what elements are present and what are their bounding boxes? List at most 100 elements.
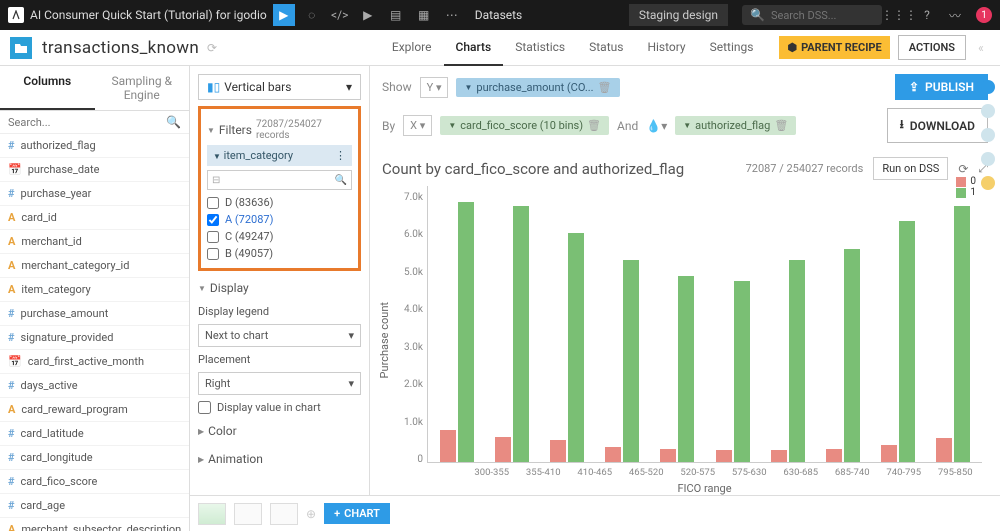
bar-group	[487, 192, 536, 462]
rail-add-icon[interactable]	[981, 80, 995, 94]
chart-bars	[427, 186, 982, 463]
dataset-titlebar: transactions_known ⟳ Explore Charts Stat…	[0, 30, 1000, 66]
animation-section[interactable]: Animation	[208, 452, 263, 466]
column-purchase_date[interactable]: 📅 purchase_date	[0, 158, 189, 182]
column-merchant_subsector_description[interactable]: A merchant_subsector_description	[0, 518, 189, 531]
tab-sampling[interactable]: Sampling & Engine	[95, 66, 190, 110]
column-card_latitude[interactable]: # card_latitude	[0, 422, 189, 446]
color-section[interactable]: Color	[208, 424, 236, 438]
color-pill[interactable]: ▼authorized_flag🗑	[675, 116, 796, 135]
filter-option[interactable]: A (72087)	[207, 211, 352, 228]
new-chart-button[interactable]: +CHART	[324, 503, 390, 524]
tab-explore[interactable]: Explore	[380, 30, 444, 66]
tab-history[interactable]: History	[635, 30, 697, 66]
tab-statistics[interactable]: Statistics	[503, 30, 577, 66]
filter-option[interactable]: B (49057)	[207, 245, 352, 262]
add-thumb-icon[interactable]: ⊕	[306, 507, 316, 521]
play-icon[interactable]: ▶	[357, 4, 379, 26]
column-authorized_flag[interactable]: # authorized_flag	[0, 134, 189, 158]
y-axis-label: Purchase count	[378, 302, 391, 378]
bar-group	[929, 192, 978, 462]
column-card_fico_score[interactable]: # card_fico_score	[0, 470, 189, 494]
project-title[interactable]: AI Consumer Quick Start (Tutorial) for i…	[30, 8, 267, 22]
placement-select[interactable]: Right▾	[198, 372, 361, 395]
nav-datasets[interactable]: Datasets	[475, 8, 523, 22]
logo-icon	[8, 7, 24, 23]
refresh-icon[interactable]: ⟳	[207, 41, 217, 55]
legend-select[interactable]: Next to chart▾	[198, 324, 361, 347]
chart-thumb-2[interactable]	[234, 503, 262, 525]
global-search[interactable]: 🔍	[742, 5, 882, 25]
download-button[interactable]: ⭳DOWNLOAD	[887, 108, 988, 143]
more-icon[interactable]: ⋯	[441, 4, 463, 26]
rail-chat-icon[interactable]	[981, 128, 995, 142]
notification-badge[interactable]: 1	[976, 7, 992, 23]
dataset-icon	[10, 37, 32, 59]
tab-status[interactable]: Status	[577, 30, 635, 66]
column-signature_provided[interactable]: # signature_provided	[0, 326, 189, 350]
topbar: AI Consumer Quick Start (Tutorial) for i…	[0, 0, 1000, 30]
circle-icon[interactable]: ◌	[301, 4, 323, 26]
activity-icon[interactable]: 〰	[944, 4, 966, 26]
column-merchant_category_id[interactable]: A merchant_category_id	[0, 254, 189, 278]
chart-thumb-3[interactable]	[270, 503, 298, 525]
column-card_first_active_month[interactable]: 📅 card_first_active_month	[0, 350, 189, 374]
publish-button[interactable]: ⇪PUBLISH	[895, 74, 988, 100]
droplet-icon[interactable]: 💧▾	[646, 119, 667, 133]
rail-history-icon[interactable]	[981, 152, 995, 166]
column-card_age[interactable]: # card_age	[0, 494, 189, 518]
filter-search[interactable]: ⊟ 🔍	[207, 170, 352, 190]
column-purchase_amount[interactable]: # purchase_amount	[0, 302, 189, 326]
kebab-icon[interactable]: ⋮	[335, 149, 346, 162]
chart-type-select[interactable]: ▮▯ Vertical bars ▾	[198, 74, 361, 100]
refresh-icon[interactable]: ⟳	[958, 162, 968, 176]
tab-settings[interactable]: Settings	[698, 30, 766, 66]
rail-info-icon[interactable]	[981, 104, 995, 118]
filter-option[interactable]: D (83636)	[207, 194, 352, 211]
bar-group	[653, 192, 702, 462]
x-axis-slot[interactable]: X ▾	[403, 115, 432, 136]
apps-icon[interactable]: ⋮⋮⋮	[888, 4, 910, 26]
filter-count: 72087/254027 records	[256, 119, 352, 141]
y-axis-slot[interactable]: Y ▾	[420, 77, 449, 98]
filter-option[interactable]: C (49247)	[207, 228, 352, 245]
flow-icon[interactable]: ▶	[273, 4, 295, 26]
help-icon[interactable]: ?	[916, 4, 938, 26]
x-pill[interactable]: ▼card_fico_score (10 bins)🗑	[440, 116, 609, 135]
grid-icon[interactable]: ▦	[413, 4, 435, 26]
filter-item-category[interactable]: ▼ item_category ⋮	[207, 145, 352, 166]
tab-charts[interactable]: Charts	[444, 30, 504, 66]
run-on-dss[interactable]: Run on DSS	[873, 157, 948, 180]
rail-warning-icon[interactable]	[981, 176, 995, 190]
dataset-name[interactable]: transactions_known	[42, 38, 199, 58]
column-merchant_id[interactable]: A merchant_id	[0, 230, 189, 254]
stack-icon[interactable]: ▤	[385, 4, 407, 26]
column-card_longitude[interactable]: # card_longitude	[0, 446, 189, 470]
remove-icon[interactable]: 🗑	[598, 81, 612, 94]
collapse-right-icon[interactable]: «	[972, 41, 990, 55]
search-input[interactable]	[771, 9, 871, 22]
actions-button[interactable]: ACTIONS	[898, 35, 966, 60]
search-icon: 🔍	[166, 115, 181, 129]
chart-title: Count by card_fico_score and authorized_…	[382, 160, 736, 178]
parent-recipe-button[interactable]: ⬢ PARENT RECIPE	[779, 36, 889, 59]
tab-columns[interactable]: Columns	[0, 66, 95, 110]
staging-design[interactable]: Staging design	[629, 4, 728, 26]
column-card_reward_program[interactable]: A card_reward_program	[0, 398, 189, 422]
column-item_category[interactable]: A item_category	[0, 278, 189, 302]
y-pill[interactable]: ▼purchase_amount (CO...🗑	[456, 78, 619, 97]
collapse-icon[interactable]: ▼	[207, 126, 215, 135]
display-section[interactable]: Display	[210, 281, 249, 295]
column-card_id[interactable]: A card_id	[0, 206, 189, 230]
recipe-icon: ⬢	[787, 41, 797, 54]
code-icon[interactable]: </>	[329, 4, 351, 26]
chart-thumb-1[interactable]	[198, 503, 226, 525]
display-value-checkbox[interactable]: Display value in chart	[198, 401, 361, 414]
column-days_active[interactable]: # days_active	[0, 374, 189, 398]
bar-group	[818, 192, 867, 462]
column-purchase_year[interactable]: # purchase_year	[0, 182, 189, 206]
columns-search-input[interactable]	[8, 116, 166, 129]
remove-icon[interactable]: 🗑	[587, 119, 601, 132]
remove-icon[interactable]: 🗑	[774, 119, 788, 132]
dataset-tabs: Explore Charts Statistics Status History…	[380, 30, 990, 66]
